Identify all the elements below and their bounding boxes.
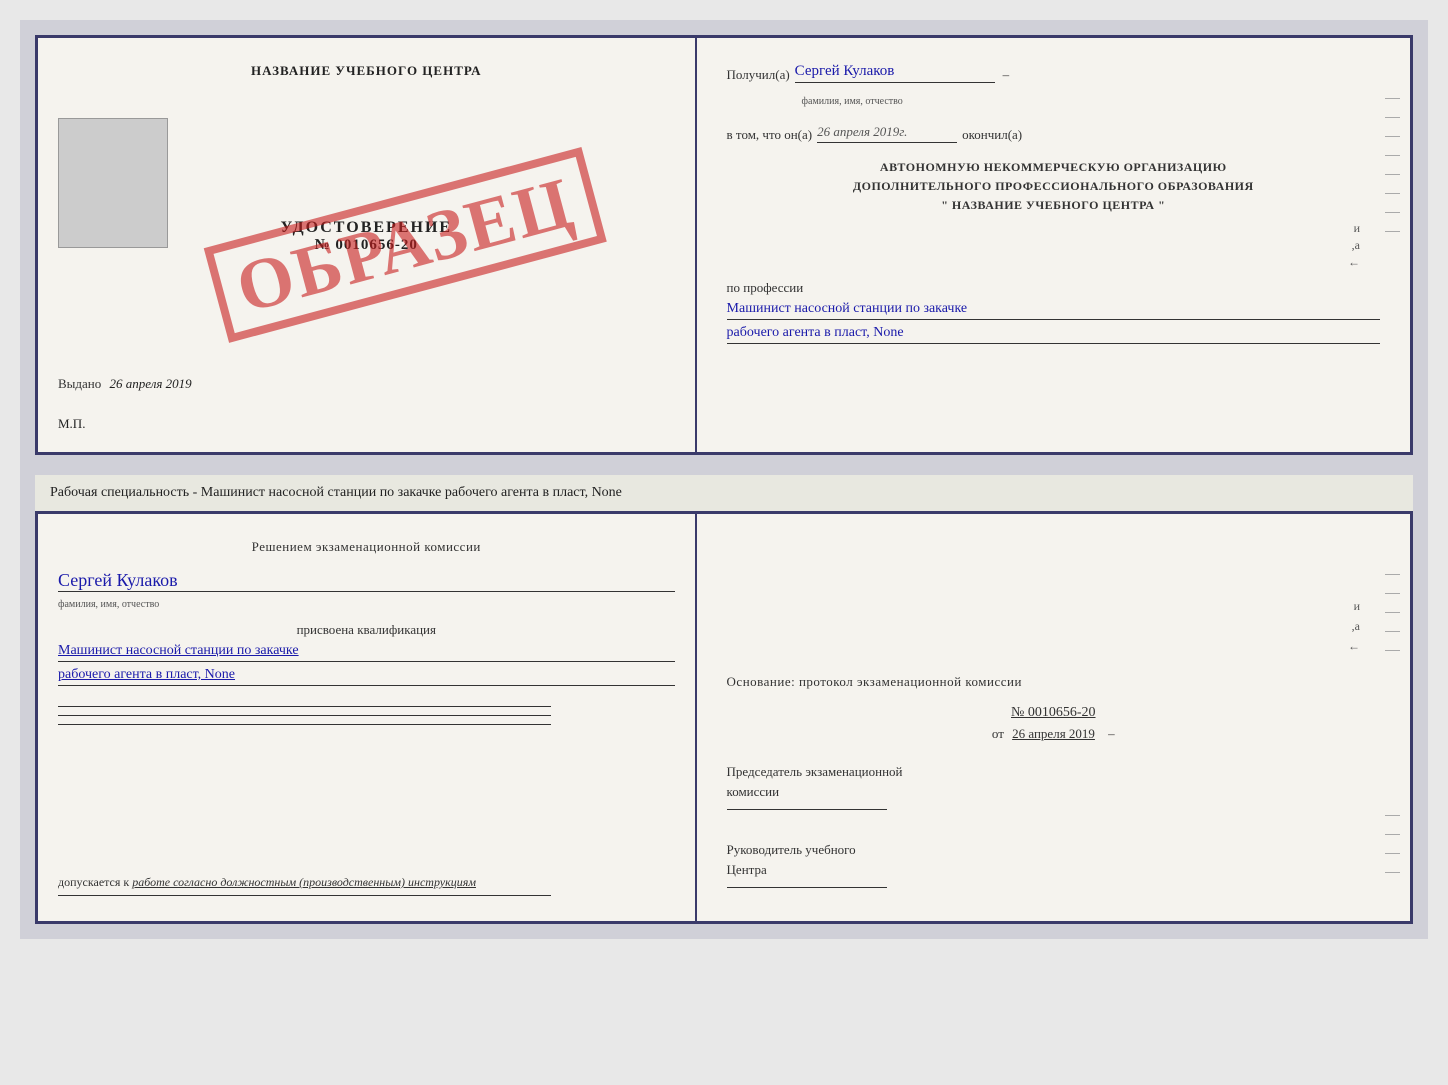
doc-right: Получил(а) Сергей Кулаков – фамилия, имя… [697,38,1410,452]
bdash-bottom-4 [1385,872,1400,873]
допускается-label: допускается к [58,875,129,889]
doc-bottom-left: Решением экзаменационной комиссии Сергей… [38,514,697,921]
vydano-row: Выдано 26 апреля 2019 [58,376,192,392]
poluchil-label: Получил(а) [727,67,790,83]
bottom-a-label: ,а [1352,619,1360,634]
page-wrapper: НАЗВАНИЕ УЧЕБНОГО ЦЕНТРА ОБРАЗЕЦ УДОСТОВ… [20,20,1428,939]
bottom-right-dash-bottom [1385,815,1400,891]
profession-line1: Машинист насосной станции по закачке [727,301,1380,320]
kvalif-line2: рабочего агента в пласт, None [58,667,675,686]
vtom-row: в том, что он(а) 26 апреля 2019г. окончи… [727,124,1380,143]
sig-line-1 [58,706,551,707]
poluchil-row: Получил(а) Сергей Кулаков – [727,63,1380,83]
vydano-label: Выдано [58,376,101,391]
below-main-text: Рабочая специальность - Машинист насосно… [50,485,622,500]
bdash-bottom-3 [1385,853,1400,854]
bdash-2 [1385,593,1400,594]
rukovoditel-label: Руководитель учебного Центра [727,840,1380,879]
bdash-bottom-2 [1385,834,1400,835]
vydano-date: 26 апреля 2019 [110,376,192,391]
a-label: ,а [1352,238,1360,253]
dash-line-1 [1385,98,1400,99]
допускается-text: работе согласно должностным (производств… [132,875,476,889]
poluchil-name: Сергей Кулаков [795,63,995,83]
okonchil-label: окончил(а) [962,127,1022,143]
rukovoditel-section: Руководитель учебного Центра [727,840,1380,888]
dash-line-8 [1385,231,1400,232]
bdash-1 [1385,574,1400,575]
prisvoena-label: присвоена квалификация [58,622,675,638]
bdash-3 [1385,612,1400,613]
protocol-date: от 26 апреля 2019 – [727,726,1380,742]
predsedatel-label: Председатель экзаменационной комиссии [727,762,1380,801]
org-line1: АВТОНОМНУЮ НЕКОММЕРЧЕСКУЮ ОРГАНИЗАЦИЮ [727,158,1380,177]
org-line3: " НАЗВАНИЕ УЧЕБНОГО ЦЕНТРА " [727,196,1380,215]
predsedatel-section: Председатель экзаменационной комиссии [727,762,1380,810]
protocol-nomer: № 0010656-20 [727,705,1380,721]
top-left-title: НАЗВАНИЕ УЧЕБНОГО ЦЕНТРА [58,63,675,79]
predsedatel-line [727,809,887,810]
bottom-fio-sublabel: фамилия, имя, отчество [58,599,159,610]
document-bottom: Решением экзаменационной комиссии Сергей… [35,511,1413,924]
допускается-line [58,895,551,896]
dash-lines-right [1385,98,1400,250]
bottom-i-label: и [1354,599,1360,614]
doc-bottom-right: и ,а ← Основание: протокол экзаменационн… [697,514,1410,921]
rukovoditel-line [727,887,887,888]
doc-left: НАЗВАНИЕ УЧЕБНОГО ЦЕНТРА ОБРАЗЕЦ УДОСТОВ… [38,38,697,452]
dash-line-7 [1385,212,1400,213]
bdash-4 [1385,631,1400,632]
vtom-date: 26 апреля 2019г. [817,124,957,143]
profession-label: по профессии [727,280,1380,296]
dash-line-2 [1385,117,1400,118]
bottom-left-title: Решением экзаменационной комиссии [58,539,675,555]
bdash-5 [1385,650,1400,651]
org-text: АВТОНОМНУЮ НЕКОММЕРЧЕСКУЮ ОРГАНИЗАЦИЮ ДО… [727,158,1380,216]
bottom-arrow-label: ← [1348,639,1360,654]
fio-sublabel: фамилия, имя, отчество [802,96,903,107]
bdash-bottom-1 [1385,815,1400,816]
profession-line2: рабочего агента в пласт, None [727,325,1380,344]
sig-line-3 [58,724,551,725]
допускается-row: допускается к работе согласно должностны… [58,875,675,896]
below-text-area: Рабочая специальность - Машинист насосно… [35,475,1413,511]
bottom-name: Сергей Кулаков [58,570,675,592]
dash-line-6 [1385,193,1400,194]
i-label: и [1354,221,1360,236]
dash-line-4 [1385,155,1400,156]
osnovanie-title: Основание: протокол экзаменационной коми… [727,674,1380,690]
dash-line-3 [1385,136,1400,137]
photo-placeholder [58,118,168,248]
dash-line-5 [1385,174,1400,175]
bottom-right-dash-lines [1385,574,1400,669]
document-top: НАЗВАНИЕ УЧЕБНОГО ЦЕНТРА ОБРАЗЕЦ УДОСТОВ… [35,35,1413,455]
sig-line-2 [58,715,551,716]
vtom-label: в том, что он(а) [727,127,813,143]
org-line2: ДОПОЛНИТЕЛЬНОГО ПРОФЕССИОНАЛЬНОГО ОБРАЗО… [727,177,1380,196]
mp-label: М.П. [58,416,85,432]
kvalif-line1: Машинист насосной станции по закачке [58,643,675,662]
arrow-left-label: ← [1348,255,1360,270]
